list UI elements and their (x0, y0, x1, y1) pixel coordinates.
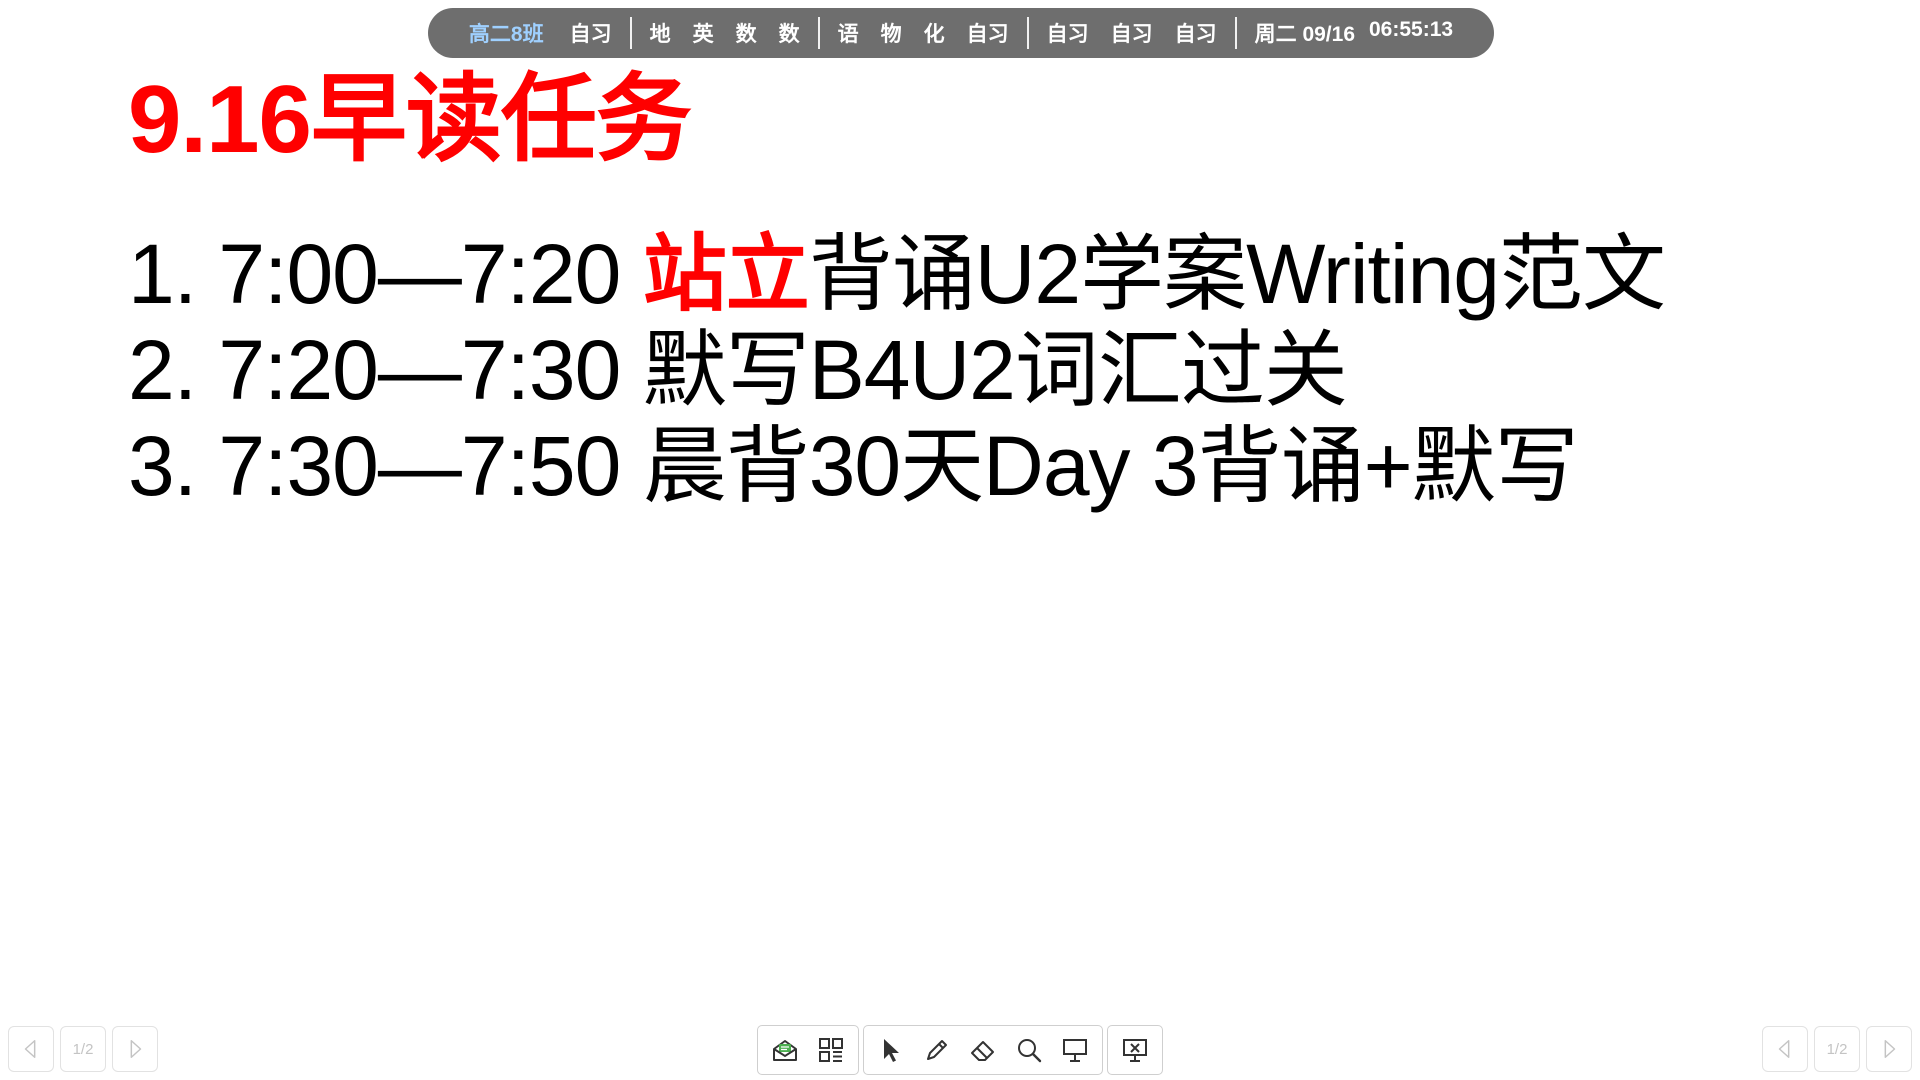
chevron-right-icon (130, 1040, 142, 1058)
period: 自习 (966, 23, 1009, 46)
schedule-bar: 高二8班 自习 地 英 数 数 语 物 化 自习 自习 自习 自习 周二 09/… (428, 8, 1494, 58)
class-name: 高二8班 (468, 23, 544, 46)
search-tool-button[interactable] (1008, 1029, 1050, 1071)
task-text: 背诵U2学案Writing范文 (808, 227, 1666, 321)
period: 自习 (1110, 23, 1153, 46)
inbox-button[interactable] (764, 1029, 806, 1071)
pager-left: 1/2 (8, 1026, 158, 1072)
pointer-tool-button[interactable] (870, 1029, 912, 1071)
task-time: 2. 7:20—7:30 (128, 323, 643, 417)
tool-group-2 (863, 1025, 1103, 1075)
period: 语 (837, 23, 859, 46)
date-text: 周二 09/16 (1254, 23, 1355, 46)
schedule-group-3: 语 物 化 自习 (820, 18, 1027, 48)
qr-code-icon (819, 1038, 843, 1062)
schedule-group-1: 自习 (570, 18, 630, 48)
divider (817, 17, 820, 49)
schedule-group-4: 自习 自习 自习 (1029, 18, 1235, 48)
pen-tool-button[interactable] (916, 1029, 958, 1071)
page-indicator[interactable]: 1/2 (1814, 1026, 1860, 1072)
screen-tool-button[interactable] (1054, 1029, 1096, 1071)
task-time: 3. 7:30—7:50 (128, 419, 643, 513)
eraser-icon (971, 1041, 994, 1061)
tool-group-1 (757, 1025, 859, 1075)
slide-title: 9.16早读任务 (128, 66, 692, 173)
task-text: 晨背30天Day 3背诵+默写 (642, 419, 1579, 513)
task-item: 2. 7:20—7:30 默写B4U2词汇过关 (128, 322, 1665, 418)
task-time: 1. 7:00—7:20 (128, 227, 643, 321)
eraser-tool-button[interactable] (962, 1029, 1004, 1071)
date-time: 周二 09/16 06:55:13 (1237, 18, 1453, 48)
period: 地 (649, 23, 671, 46)
exit-button[interactable] (1114, 1029, 1156, 1071)
period: 数 (778, 23, 800, 46)
task-highlight: 站立 (642, 227, 810, 321)
qr-code-button[interactable] (810, 1029, 852, 1071)
divider (1234, 17, 1237, 49)
task-text: 默写B4U2词汇过关 (642, 323, 1348, 417)
exit-icon (1123, 1039, 1147, 1062)
screen-icon (1063, 1039, 1087, 1062)
period: 化 (923, 23, 945, 46)
search-icon (1018, 1039, 1042, 1063)
chevron-left-icon (24, 1040, 36, 1058)
pointer-icon (884, 1039, 899, 1062)
period: 英 (692, 23, 714, 46)
period: 自习 (1046, 23, 1089, 46)
period: 数 (735, 23, 757, 46)
pager-right: 1/2 (1762, 1026, 1912, 1072)
period: 自习 (569, 23, 612, 46)
inbox-icon (773, 1040, 797, 1061)
period: 自习 (1174, 23, 1217, 46)
time-text: 06:55:13 (1369, 18, 1454, 41)
annotation-toolbar (757, 1025, 1163, 1075)
chevron-right-icon (1884, 1040, 1896, 1058)
pen-icon (927, 1040, 947, 1060)
divider (1026, 17, 1029, 49)
chevron-left-icon (1778, 1040, 1790, 1058)
period: 物 (880, 23, 902, 46)
schedule-group-2: 地 英 数 数 (632, 18, 818, 48)
task-item: 3. 7:30—7:50 晨背30天Day 3背诵+默写 (128, 418, 1665, 514)
page-indicator[interactable]: 1/2 (60, 1026, 106, 1072)
next-page-button[interactable] (1866, 1026, 1912, 1072)
tool-group-3 (1107, 1025, 1163, 1075)
task-list: 1. 7:00—7:20 站立背诵U2学案Writing范文 2. 7:20—7… (128, 226, 1666, 514)
task-item: 1. 7:00—7:20 站立背诵U2学案Writing范文 (128, 226, 1666, 322)
prev-page-button[interactable] (1762, 1026, 1808, 1072)
prev-page-button[interactable] (8, 1026, 54, 1072)
next-page-button[interactable] (112, 1026, 158, 1072)
divider (629, 17, 632, 49)
